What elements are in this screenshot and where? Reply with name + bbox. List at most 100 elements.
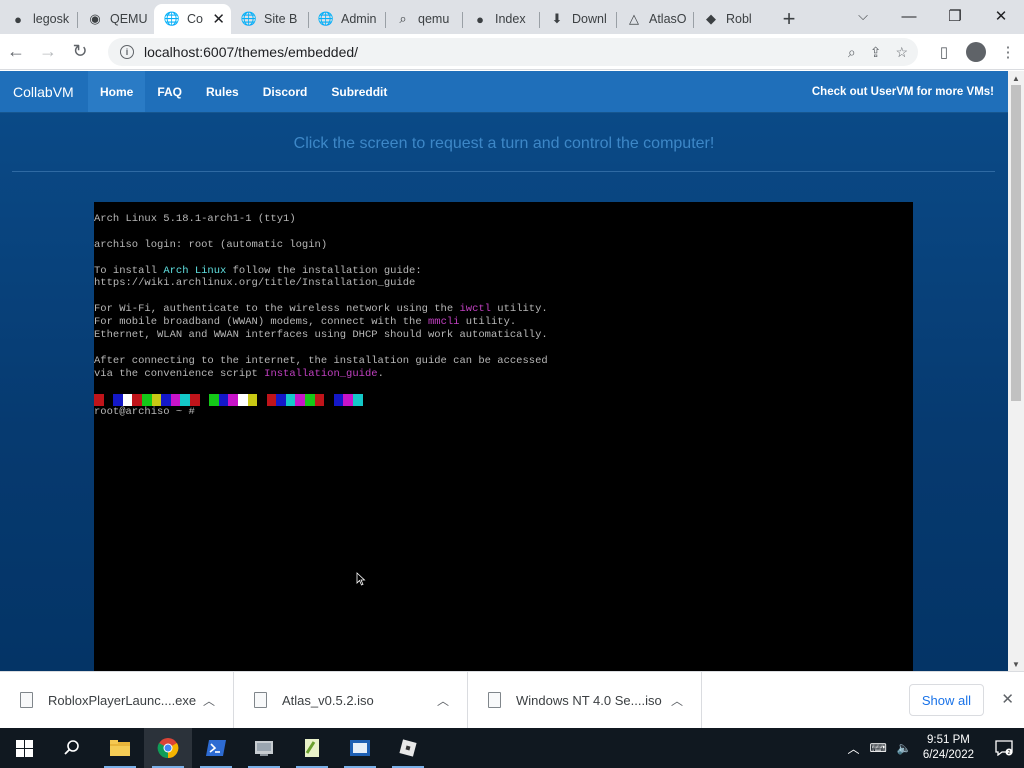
close-shelf-icon[interactable]: ✕ [1001, 690, 1014, 708]
terminal-line: via the convenience script Installation_… [94, 368, 913, 381]
vm-icon[interactable] [336, 728, 384, 768]
terminal-line: Ethernet, WLAN and WWAN interfaces using… [94, 329, 913, 342]
download-item[interactable]: Windows NT 4.0 Se....iso ︿ [468, 671, 702, 729]
tab-title: Downl [572, 12, 607, 26]
terminal-line: archiso login: root (automatic login) [94, 239, 913, 252]
terminal-line: https://wiki.archlinux.org/title/Install… [94, 277, 913, 290]
download-filename[interactable]: RobloxPlayerLaunc....exe [48, 693, 197, 708]
file-icon [488, 692, 501, 708]
volume-icon[interactable]: 🔈 [897, 741, 912, 755]
download-filename[interactable]: Atlas_v0.5.2.iso [282, 693, 431, 708]
color-swatch [285, 394, 296, 407]
browser-tab[interactable]: ◉ QEMU [77, 4, 154, 34]
chevron-up-icon[interactable]: ︿ [197, 692, 221, 709]
color-test-bar [94, 394, 913, 407]
download-item[interactable]: RobloxPlayerLaunc....exe ︿ [0, 671, 234, 729]
search-icon[interactable] [48, 728, 96, 768]
search-icon: ⌕ [399, 11, 407, 26]
atlas-icon: △ [629, 11, 639, 26]
terminal-line: For mobile broadband (WWAN) modems, conn… [94, 316, 913, 329]
minimize-icon[interactable]: — [886, 0, 932, 32]
qemu-icon: ◉ [89, 11, 101, 26]
control-panel-icon[interactable] [240, 728, 288, 768]
file-explorer-icon[interactable] [96, 728, 144, 768]
zoom-icon[interactable]: ⌕ [848, 44, 856, 61]
terminal-text: follow the installation guide: [226, 264, 422, 277]
turn-request-prompt[interactable]: Click the screen to request a turn and c… [0, 135, 1008, 153]
nav-faq[interactable]: FAQ [145, 71, 194, 112]
download-item[interactable]: Atlas_v0.5.2.iso ︿ [234, 671, 468, 729]
new-tab-icon[interactable]: + [774, 4, 804, 34]
browser-tab[interactable]: 🌐 Admin [308, 4, 385, 34]
color-swatch [103, 394, 114, 407]
close-window-icon[interactable]: ✕ [978, 0, 1024, 32]
network-icon[interactable]: ⌨ [870, 741, 887, 755]
scroll-thumb[interactable] [1011, 85, 1021, 401]
download-shelf: RobloxPlayerLaunc....exe ︿ Atlas_v0.5.2.… [0, 671, 1024, 729]
chevron-up-icon[interactable]: ︿ [665, 692, 689, 709]
menu-kebab-icon[interactable]: ⋮ [992, 36, 1024, 68]
bookmark-star-icon[interactable]: ☆ [895, 44, 908, 61]
nav-subreddit[interactable]: Subreddit [319, 71, 399, 112]
color-swatch [228, 394, 238, 407]
nav-home[interactable]: Home [88, 71, 146, 112]
terminal-line: To install Arch Linux follow the install… [94, 265, 913, 278]
show-all-button[interactable]: Show all [908, 684, 984, 716]
color-swatch [199, 394, 210, 407]
reload-icon[interactable]: ↻ [64, 36, 96, 68]
browser-tab[interactable]: 🌐 Co ✕ [154, 4, 231, 34]
vm-screen[interactable]: Arch Linux 5.18.1-arch1-1 (tty1) archiso … [94, 202, 913, 671]
tab-title: Robl [726, 12, 752, 26]
address-url[interactable]: localhost:6007/themes/embedded/ [144, 44, 358, 60]
browser-tab[interactable]: ● legosk [0, 4, 77, 34]
restore-icon[interactable]: ❐ [932, 0, 978, 32]
chrome-icon[interactable] [144, 728, 192, 768]
browser-tab[interactable]: △ AtlasO [616, 4, 693, 34]
browser-tab[interactable]: ⌕ qemu [385, 4, 462, 34]
site-brand[interactable]: CollabVM [0, 71, 88, 112]
taskbar-clock[interactable]: 9:51 PM 6/24/2022 [923, 733, 974, 763]
color-swatch [314, 394, 325, 407]
notepad-plus-icon[interactable] [288, 728, 336, 768]
forward-icon[interactable]: → [32, 36, 64, 68]
browser-tab[interactable]: ◆ Robl [693, 4, 770, 34]
powershell-icon[interactable] [192, 728, 240, 768]
notification-center-icon[interactable]: 2 [984, 728, 1024, 768]
terminal-text: Installation_guide [264, 367, 378, 380]
browser-tab[interactable]: 🌐 Site B [231, 4, 308, 34]
tab-title: qemu [418, 12, 450, 26]
profile-avatar-icon[interactable] [966, 42, 986, 62]
tab-title: Co [187, 12, 203, 26]
scroll-down-icon[interactable]: ▼ [1008, 657, 1024, 671]
address-bar[interactable]: i localhost:6007/themes/embedded/ ⌕ ⇪ ☆ [108, 38, 918, 66]
app-icon[interactable] [384, 728, 432, 768]
sidepanel-icon[interactable]: ▯ [928, 36, 960, 68]
color-swatch [353, 394, 363, 407]
scroll-up-icon[interactable]: ▲ [1008, 71, 1024, 85]
browser-tab[interactable]: ● Index [462, 4, 539, 34]
site-navbar: CollabVM Home FAQ Rules Discord Subreddi… [0, 71, 1008, 113]
download-filename[interactable]: Windows NT 4.0 Se....iso [516, 693, 665, 708]
tab-search-icon[interactable]: ⌵ [840, 0, 886, 32]
divider [12, 171, 995, 172]
show-hidden-icons-icon[interactable]: ︿ [848, 740, 860, 757]
page-scrollbar[interactable]: ▲ ▼ [1008, 71, 1024, 671]
roblox-icon: ◆ [706, 11, 716, 26]
terminal-text: archiso login: root (automatic login) [94, 238, 328, 251]
nav-rules[interactable]: Rules [194, 71, 251, 112]
nav-discord[interactable]: Discord [251, 71, 320, 112]
start-button[interactable] [0, 728, 48, 768]
share-icon[interactable]: ⇪ [870, 44, 882, 61]
download-icon: ⬇ [551, 11, 563, 26]
close-tab-icon[interactable]: ✕ [212, 10, 225, 28]
color-swatch [161, 394, 171, 407]
uservm-promo-link[interactable]: Check out UserVM for more VMs! [812, 71, 994, 113]
svg-text:2: 2 [1008, 750, 1011, 756]
site-info-icon[interactable]: i [120, 45, 134, 59]
chevron-up-icon[interactable]: ︿ [431, 692, 455, 709]
file-icon [20, 692, 33, 708]
terminal-text: mmcli [427, 316, 460, 329]
browser-tab[interactable]: ⬇ Downl [539, 4, 616, 34]
back-icon[interactable]: ← [0, 36, 32, 68]
